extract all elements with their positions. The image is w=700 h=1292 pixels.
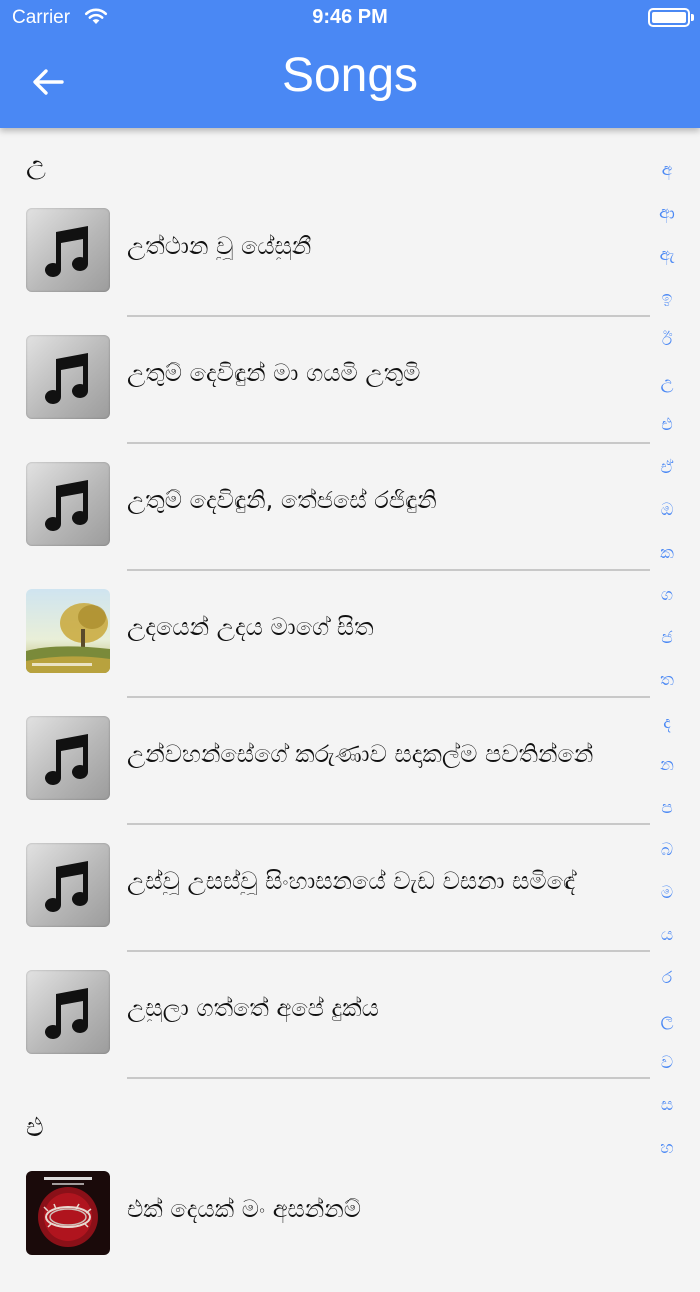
song-row[interactable]: උත්ථාන වූ යේසුනී [0, 202, 650, 329]
song-title: උත්ථාන වූ යේසුනී [127, 232, 312, 260]
song-title: උසුලා ගත්තේ අපේ දුක්ය [127, 994, 379, 1022]
battery-icon [648, 8, 694, 27]
index-letter[interactable]: ජ [652, 618, 682, 661]
music-note-icon [26, 335, 110, 419]
song-title: උන්වහන්සේගේ කරුණාව සදාකල්ම පවතින්නේ [127, 740, 594, 768]
index-letter[interactable]: ඊ [652, 320, 682, 363]
index-letter[interactable]: ස [652, 1085, 682, 1128]
index-letter[interactable]: අ [652, 150, 682, 193]
album-art-crown-of-thorns [26, 1171, 110, 1255]
divider [127, 315, 650, 317]
song-row[interactable]: උදයෙන් උදය මාගේ සිත [0, 583, 650, 710]
song-title: උතුම් දෙවිඳුන් මා ගයමි උතුමි [127, 359, 421, 387]
index-letter[interactable]: ද [652, 703, 682, 746]
music-note-icon [26, 208, 110, 292]
index-letter[interactable]: ඒ [652, 448, 682, 491]
index-letter[interactable]: ම [652, 873, 682, 916]
index-letter[interactable]: හ [652, 1128, 682, 1171]
divider [127, 569, 650, 571]
album-art-landscape [26, 589, 110, 673]
divider [127, 1077, 650, 1079]
section-header: උ [26, 149, 46, 180]
index-letter[interactable]: ක [652, 533, 682, 576]
music-note-icon [26, 970, 110, 1054]
index-letter[interactable]: ඔ [652, 490, 682, 533]
index-letter[interactable]: එ [652, 405, 682, 448]
index-letter[interactable]: බ [652, 830, 682, 873]
song-title: එක් දෙයක් මං අසන්නම් [127, 1195, 361, 1223]
index-letter[interactable]: ත [652, 660, 682, 703]
song-row[interactable]: උස්වූ උසස්වූ සිංහාසනයේ වැඩ වසනා සමිඳේ [0, 837, 650, 964]
navigation-bar: Carrier 9:46 PM Songs [0, 0, 700, 128]
song-title: උස්වූ උසස්වූ සිංහාසනයේ වැඩ වසනා සමිඳේ [127, 867, 576, 895]
song-row[interactable]: උන්වහන්සේගේ කරුණාව සදාකල්ම පවතින්නේ [0, 710, 650, 837]
section-index[interactable]: අ ආ ඇ ඉ ඊ උ එ ඒ ඔ ක ග ජ ත ද න ප බ ම ය ර … [652, 150, 682, 1170]
index-letter[interactable]: ය [652, 915, 682, 958]
section-header: එ [26, 1112, 44, 1143]
music-note-icon [26, 462, 110, 546]
status-bar: Carrier 9:46 PM [0, 0, 700, 36]
index-letter[interactable]: ආ [652, 193, 682, 236]
divider [127, 823, 650, 825]
index-letter[interactable]: ප [652, 788, 682, 831]
song-title: උතුම් දෙවිඳුනි, තේජසේ රජිඳුනි [127, 486, 437, 514]
index-letter[interactable]: ඇ [652, 235, 682, 278]
divider [127, 696, 650, 698]
page-title: Songs [281, 49, 419, 102]
index-letter[interactable]: ල [652, 1000, 682, 1043]
music-note-icon [26, 716, 110, 800]
index-letter[interactable]: ව [652, 1043, 682, 1086]
index-letter[interactable]: න [652, 745, 682, 788]
divider [127, 950, 650, 952]
song-row[interactable]: එක් දෙයක් මං අසන්නම් [0, 1165, 650, 1292]
index-letter[interactable]: ඉ [652, 278, 682, 321]
status-time: 9:46 PM [312, 6, 388, 28]
index-letter[interactable]: ග [652, 575, 682, 618]
song-row[interactable]: උතුම් දෙවිඳුනි, තේජසේ රජිඳුනි [0, 456, 650, 583]
index-letter[interactable]: ර [652, 958, 682, 1001]
song-title: උදයෙන් උදය මාගේ සිත [127, 613, 374, 641]
song-row[interactable]: උතුම් දෙවිඳුන් මා ගයමි උතුමි [0, 329, 650, 456]
index-letter[interactable]: උ [652, 363, 682, 406]
song-list[interactable]: උ උත්ථාන වූ යේසුනී උතුම් දෙවිඳුන් මා ගයම… [0, 128, 650, 1292]
music-note-icon [26, 843, 110, 927]
song-row[interactable]: උසුලා ගත්තේ අපේ දුක්ය [0, 964, 650, 1091]
divider [127, 442, 650, 444]
